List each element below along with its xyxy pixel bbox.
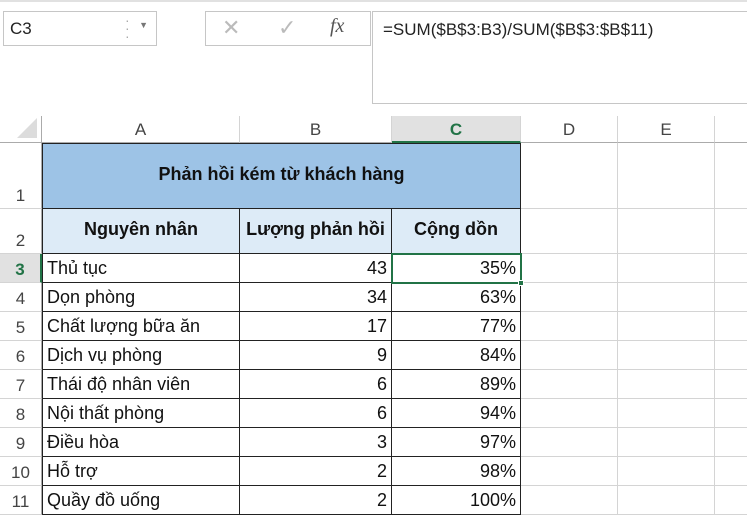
empty-cell[interactable] <box>521 399 618 428</box>
empty-cell[interactable] <box>521 254 618 283</box>
table-cell[interactable]: 9 <box>240 341 392 370</box>
empty-cell[interactable] <box>521 341 618 370</box>
row-header-5[interactable]: 5 <box>0 312 42 341</box>
chevron-down-icon[interactable]: ▼ <box>139 20 148 30</box>
formula-input[interactable]: =SUM($B$3:B3)/SUM($B$3:$B$11) <box>372 11 747 104</box>
empty-cell[interactable] <box>618 370 715 399</box>
select-all-button[interactable] <box>0 116 42 143</box>
empty-cell[interactable] <box>618 312 715 341</box>
table-cell[interactable]: Điều hòa <box>42 428 240 457</box>
table-cell[interactable]: 2 <box>240 457 392 486</box>
empty-cell[interactable] <box>618 254 715 283</box>
table-cell[interactable]: 94% <box>392 399 521 428</box>
column-heading[interactable]: Nguyên nhân <box>42 209 240 254</box>
table-cell[interactable]: 6 <box>240 370 392 399</box>
column-heading[interactable]: Cộng dồn <box>392 209 521 254</box>
table-cell[interactable]: 43 <box>240 254 392 283</box>
empty-cell[interactable] <box>521 457 618 486</box>
row-header-10[interactable]: 10 <box>0 457 42 486</box>
row-header-8[interactable]: 8 <box>0 399 42 428</box>
table-cell[interactable]: 63% <box>392 283 521 312</box>
table-cell[interactable]: 2 <box>240 486 392 515</box>
insert-function-icon[interactable]: fx <box>330 15 344 38</box>
empty-cell[interactable] <box>715 428 747 457</box>
empty-cell[interactable] <box>715 370 747 399</box>
table-cell[interactable]: 98% <box>392 457 521 486</box>
table-cell[interactable]: Dọn phòng <box>42 283 240 312</box>
name-box-value: C3 <box>10 19 32 38</box>
empty-cell[interactable] <box>521 428 618 457</box>
empty-cell[interactable] <box>618 341 715 370</box>
ribbon-border <box>0 0 747 2</box>
empty-cell[interactable] <box>521 312 618 341</box>
formula-buttons: ✕ ✓ fx <box>205 11 371 46</box>
empty-cell[interactable] <box>521 486 618 515</box>
table-cell[interactable]: 97% <box>392 428 521 457</box>
empty-cell[interactable] <box>618 283 715 312</box>
table-cell[interactable]: 77% <box>392 312 521 341</box>
row-header-11[interactable]: 11 <box>0 486 42 515</box>
table-cell[interactable]: 89% <box>392 370 521 399</box>
table-title[interactable]: Phản hồi kém từ khách hàng <box>42 143 521 209</box>
empty-cell[interactable] <box>715 254 747 283</box>
empty-cell[interactable] <box>715 341 747 370</box>
empty-cell[interactable] <box>715 283 747 312</box>
empty-cell[interactable] <box>521 143 618 209</box>
table-cell[interactable]: Dịch vụ phòng <box>42 341 240 370</box>
empty-cell[interactable] <box>715 457 747 486</box>
empty-cell[interactable] <box>715 143 747 209</box>
empty-cell[interactable] <box>618 457 715 486</box>
row-header-2[interactable]: 2 <box>0 209 42 254</box>
empty-cell[interactable] <box>521 209 618 254</box>
table-cell[interactable]: 6 <box>240 399 392 428</box>
table-cell[interactable]: Chất lượng bữa ăn <box>42 312 240 341</box>
row-header-6[interactable]: 6 <box>0 341 42 370</box>
column-header-c[interactable]: C <box>392 116 521 143</box>
drag-handle-icon[interactable]: · · · <box>125 13 131 43</box>
fill-handle[interactable] <box>518 280 524 286</box>
column-header-d[interactable]: D <box>521 116 618 143</box>
column-header-a[interactable]: A <box>42 116 240 143</box>
row-header-4[interactable]: 4 <box>0 283 42 312</box>
row-header-1[interactable]: 1 <box>0 143 42 209</box>
name-box[interactable]: C3 ▼ <box>3 11 157 46</box>
empty-cell[interactable] <box>618 143 715 209</box>
empty-cell[interactable] <box>715 209 747 254</box>
empty-cell[interactable] <box>521 370 618 399</box>
column-header-e[interactable]: E <box>618 116 715 143</box>
table-cell[interactable]: 35% <box>392 254 521 283</box>
table-cell[interactable]: Nội thất phòng <box>42 399 240 428</box>
column-header-f[interactable] <box>715 116 747 143</box>
table-cell[interactable]: 34 <box>240 283 392 312</box>
table-cell[interactable]: 3 <box>240 428 392 457</box>
row-header-3[interactable]: 3 <box>0 254 42 283</box>
cancel-icon[interactable]: ✕ <box>222 15 240 41</box>
table-cell[interactable]: 84% <box>392 341 521 370</box>
empty-cell[interactable] <box>715 312 747 341</box>
empty-cell[interactable] <box>715 486 747 515</box>
table-cell[interactable]: Quầy đồ uống <box>42 486 240 515</box>
empty-cell[interactable] <box>618 428 715 457</box>
row-header-7[interactable]: 7 <box>0 370 42 399</box>
table-cell[interactable]: 17 <box>240 312 392 341</box>
empty-cell[interactable] <box>521 283 618 312</box>
row-header-9[interactable]: 9 <box>0 428 42 457</box>
table-cell[interactable]: Thủ tục <box>42 254 240 283</box>
empty-cell[interactable] <box>618 399 715 428</box>
empty-cell[interactable] <box>715 399 747 428</box>
column-heading[interactable]: Lượng phản hồi <box>240 209 392 254</box>
column-header-b[interactable]: B <box>240 116 392 143</box>
table-cell[interactable]: Hỗ trợ <box>42 457 240 486</box>
enter-icon[interactable]: ✓ <box>278 15 296 41</box>
empty-cell[interactable] <box>618 209 715 254</box>
table-cell[interactable]: Thái độ nhân viên <box>42 370 240 399</box>
table-cell[interactable]: 100% <box>392 486 521 515</box>
empty-cell[interactable] <box>618 486 715 515</box>
